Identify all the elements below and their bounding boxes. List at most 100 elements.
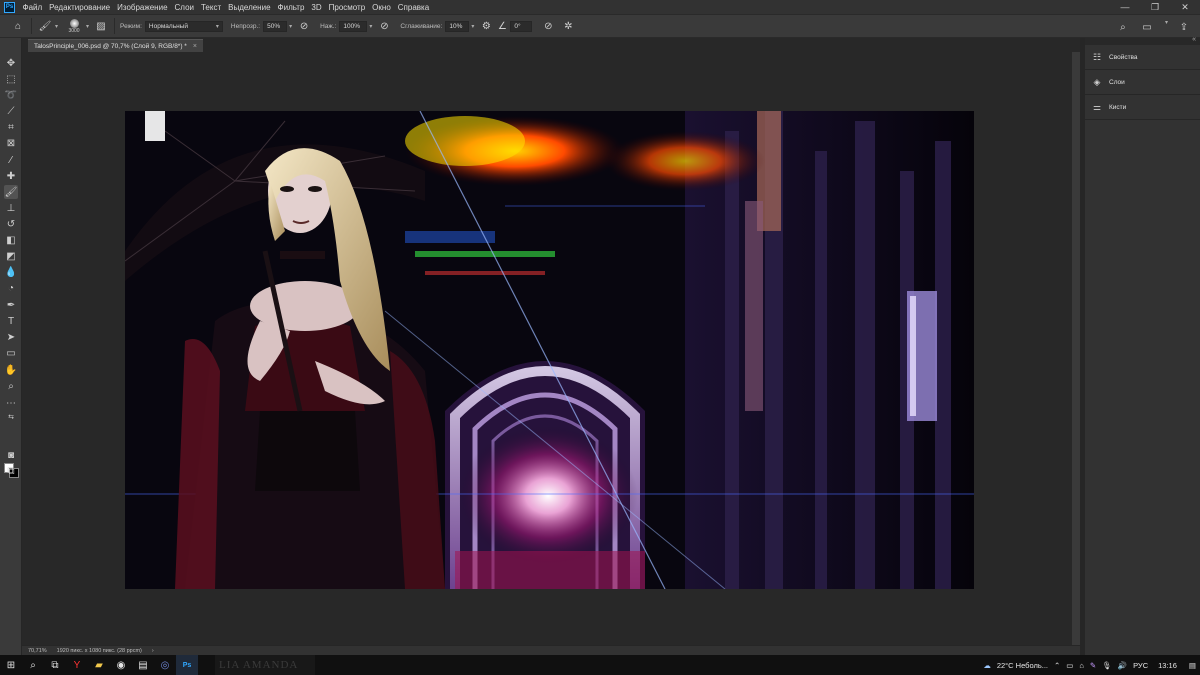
microphone-icon[interactable]: 🎙 bbox=[1102, 661, 1112, 670]
marquee-tool-icon[interactable]: ⬚ bbox=[4, 72, 18, 86]
yandex-browser-icon[interactable]: Y bbox=[66, 655, 88, 675]
collapse-panels-icon[interactable]: « bbox=[1192, 36, 1196, 43]
language-indicator[interactable]: РУС bbox=[1133, 661, 1148, 670]
brushes-icon: ⚌ bbox=[1092, 101, 1102, 112]
more-tools-icon[interactable]: ⋯ bbox=[4, 396, 18, 410]
workspace-icon[interactable]: ▭ bbox=[1139, 19, 1155, 35]
mode-select[interactable]: Нормальный ▾ bbox=[144, 20, 223, 32]
frame-tool-icon[interactable]: ⊠ bbox=[4, 136, 18, 150]
network-icon[interactable]: ⌂ bbox=[1079, 661, 1084, 670]
chevron-up-icon[interactable]: ⌃ bbox=[1054, 661, 1060, 670]
rectangle-tool-icon[interactable]: ▭ bbox=[4, 346, 18, 360]
clone-stamp-tool-icon[interactable]: ⊥ bbox=[4, 201, 18, 215]
chevron-down-icon[interactable]: ▾ bbox=[471, 23, 474, 30]
search-icon[interactable]: ⌕ bbox=[1115, 19, 1131, 35]
action-center-icon[interactable]: ▤ bbox=[1189, 661, 1196, 670]
document-info: 1920 пикс. x 1080 пикс. (28 ppcm) bbox=[56, 647, 142, 654]
hand-tool-icon[interactable]: ✋ bbox=[4, 363, 18, 377]
pressure-label: Наж.: bbox=[320, 22, 337, 30]
eyedropper-tool-icon[interactable]: ⁄ bbox=[4, 153, 18, 167]
discord-icon[interactable]: ◎ bbox=[154, 655, 176, 675]
menu-filter[interactable]: Фильтр bbox=[274, 3, 308, 12]
menu-layers[interactable]: Слои bbox=[171, 3, 197, 12]
smoothing-field[interactable]: 10% bbox=[445, 20, 470, 32]
task-view-icon[interactable]: ⧉ bbox=[44, 655, 66, 675]
brush-settings-icon[interactable]: ▨ bbox=[93, 18, 109, 34]
menu-file[interactable]: Файл bbox=[19, 3, 46, 12]
airbrush-icon[interactable]: ⊘ bbox=[376, 18, 392, 34]
brush-tool-icon[interactable]: 🖌 bbox=[4, 185, 18, 199]
menu-type[interactable]: Текст bbox=[197, 3, 224, 12]
minimize-button[interactable]: — bbox=[1114, 0, 1136, 14]
menu-3d[interactable]: 3D bbox=[308, 3, 325, 12]
chevron-down-icon[interactable]: ▾ bbox=[55, 23, 58, 30]
pressure-opacity-icon[interactable]: ⊘ bbox=[296, 18, 312, 34]
menu-edit[interactable]: Редактирование bbox=[46, 3, 114, 12]
volume-icon[interactable]: 🔊 bbox=[1118, 661, 1127, 670]
close-icon[interactable]: × bbox=[193, 43, 197, 50]
document-app-icon[interactable]: ▤ bbox=[132, 655, 154, 675]
lasso-tool-icon[interactable]: ➰ bbox=[4, 88, 18, 102]
weather-icon[interactable]: ☁ bbox=[983, 661, 991, 670]
pen-tool-icon[interactable]: ✒ bbox=[4, 298, 18, 312]
pressure-field[interactable]: 100% bbox=[339, 20, 368, 32]
weather-text[interactable]: 22°C Неболь... bbox=[997, 661, 1048, 670]
clock[interactable]: 13:16 bbox=[1158, 661, 1177, 670]
move-tool-icon[interactable]: ✥ bbox=[4, 56, 18, 70]
zoom-tool-icon[interactable]: ⌕ bbox=[4, 379, 18, 393]
symmetry-icon[interactable]: ✲ bbox=[560, 18, 576, 34]
tools-panel: ✥ ⬚ ➰ ⟋ ⌗ ⊠ ⁄ ✚ 🖌 ⊥ ↺ ◧ ◩ 💧 ◔ ✒ T ➤ ▭ ✋ … bbox=[0, 38, 22, 655]
zoom-level[interactable]: 70,71% bbox=[28, 648, 47, 654]
chevron-down-icon[interactable]: ▾ bbox=[289, 23, 292, 30]
menu-help[interactable]: Справка bbox=[394, 3, 432, 12]
healing-brush-tool-icon[interactable]: ✚ bbox=[4, 169, 18, 183]
path-select-tool-icon[interactable]: ➤ bbox=[4, 330, 18, 344]
dodge-tool-icon[interactable]: ◔ bbox=[4, 281, 18, 295]
history-brush-tool-icon[interactable]: ↺ bbox=[4, 217, 18, 231]
notification-icon[interactable]: ▭ bbox=[1066, 661, 1073, 670]
close-button[interactable]: ✕ bbox=[1174, 0, 1196, 14]
eraser-tool-icon[interactable]: ◧ bbox=[4, 233, 18, 247]
photoshop-taskbar-icon[interactable]: Ps bbox=[176, 655, 198, 675]
steam-icon[interactable]: ◉ bbox=[110, 655, 132, 675]
gear-icon[interactable]: ⚙ bbox=[478, 18, 494, 34]
windows-start-icon[interactable]: ⊞ bbox=[0, 655, 22, 675]
smoothing-value: 10% bbox=[449, 22, 463, 30]
crop-tool-icon[interactable]: ⌗ bbox=[4, 120, 18, 134]
type-tool-icon[interactable]: T bbox=[4, 314, 18, 328]
screen-mode-icon[interactable]: ⧉ bbox=[4, 464, 18, 478]
panel-properties[interactable]: ☷ Свойства bbox=[1085, 45, 1200, 70]
search-icon[interactable]: ⌕ bbox=[22, 655, 44, 675]
pressure-size-icon[interactable]: ⊘ bbox=[540, 18, 556, 34]
brush-preset-picker[interactable]: 3000 bbox=[64, 16, 84, 36]
blur-tool-icon[interactable]: 💧 bbox=[4, 265, 18, 279]
chevron-down-icon[interactable]: ▾ bbox=[369, 23, 372, 30]
quick-select-tool-icon[interactable]: ⟋ bbox=[4, 104, 18, 118]
document-canvas-image[interactable] bbox=[125, 111, 974, 589]
angle-field[interactable]: 0° bbox=[510, 20, 533, 32]
home-icon[interactable]: ⌂ bbox=[10, 18, 26, 34]
chevron-down-icon[interactable]: ▾ bbox=[1165, 19, 1168, 35]
pen-icon[interactable]: ✎ bbox=[1090, 661, 1096, 670]
quick-mask-icon[interactable]: ◙ bbox=[4, 448, 18, 462]
photoshop-logo-icon[interactable]: Ps bbox=[4, 1, 15, 13]
opacity-field[interactable]: 50% bbox=[263, 20, 288, 32]
windows-taskbar: ⊞ ⌕ ⧉ Y ▰ ◉ ▤ ◎ Ps LIA AMANDA ☁ 22°C Неб… bbox=[0, 655, 1200, 675]
vertical-scrollbar[interactable] bbox=[1072, 52, 1080, 645]
panel-layers[interactable]: ◈ Слои bbox=[1085, 70, 1200, 95]
menu-select[interactable]: Выделение bbox=[225, 3, 274, 12]
chevron-down-icon[interactable]: ▾ bbox=[86, 23, 89, 30]
restore-button[interactable]: ❐ bbox=[1144, 0, 1166, 14]
share-icon[interactable]: ⇪ bbox=[1176, 19, 1192, 35]
menu-window[interactable]: Окно bbox=[369, 3, 395, 12]
menu-image[interactable]: Изображение bbox=[114, 3, 171, 12]
panel-label: Слои bbox=[1109, 78, 1125, 86]
gradient-tool-icon[interactable]: ◩ bbox=[4, 249, 18, 263]
brush-tool-preset-icon[interactable]: 🖌 bbox=[37, 18, 53, 34]
menu-view[interactable]: Просмотр bbox=[325, 3, 369, 12]
swap-colors-icon[interactable]: ⇆ bbox=[4, 410, 18, 424]
panel-brushes[interactable]: ⚌ Кисти bbox=[1085, 95, 1200, 120]
tab-document[interactable]: TalosPrinciple_006.psd @ 70,7% (Слой 9, … bbox=[28, 39, 203, 52]
chevron-right-icon[interactable]: › bbox=[152, 648, 154, 654]
file-explorer-icon[interactable]: ▰ bbox=[88, 655, 110, 675]
